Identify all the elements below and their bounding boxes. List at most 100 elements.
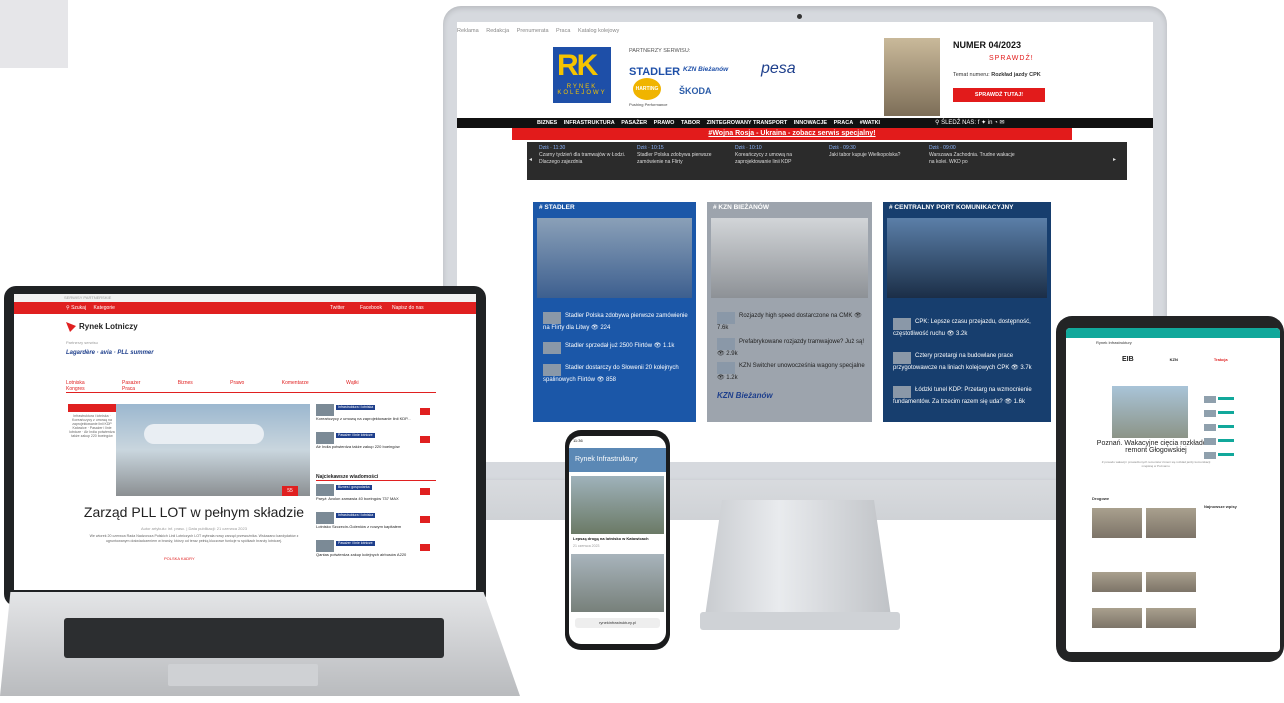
partner-stadler-logo[interactable]: STADLER bbox=[629, 66, 680, 78]
ticker-next-icon[interactable]: ▸ bbox=[1113, 156, 1116, 163]
card-item[interactable]: Cztery przetargi na budowlane prace przy… bbox=[893, 352, 1045, 372]
side-list-item[interactable] bbox=[1204, 432, 1254, 445]
article-tile[interactable] bbox=[1146, 572, 1196, 592]
top-link[interactable]: Praca bbox=[556, 28, 570, 34]
article-title[interactable]: Lepszą drogą na lotnisko w Katowicach bbox=[573, 536, 663, 541]
menu-item[interactable]: PRACA bbox=[834, 120, 854, 126]
article-headline[interactable]: Zarząd PLL LOT w pełnym składzie bbox=[74, 504, 314, 520]
twitter-icon[interactable]: ✦ bbox=[981, 120, 986, 126]
list-item[interactable]: Biznes i gospodarka Paryż: Avolon zamawia… bbox=[316, 484, 399, 501]
list-item[interactable]: Pasażer i linie lotnicze Air India potwie… bbox=[316, 432, 400, 449]
ticker-prev-icon[interactable]: ◂ bbox=[529, 156, 532, 163]
article-tile[interactable] bbox=[1092, 572, 1142, 592]
menu-item[interactable]: Biznes bbox=[178, 380, 193, 386]
top-link[interactable]: Prenumerata bbox=[517, 28, 549, 34]
list-item[interactable]: Pasażer i linie lotnicze Qantas potwierdz… bbox=[316, 540, 406, 557]
card-item[interactable]: CPK: Lepsze czasu przejazdu, dostępność,… bbox=[893, 318, 1045, 338]
ticker-item[interactable]: Dziś · 10:10 Koreańczycy z umową na zapro… bbox=[735, 145, 827, 166]
card-item[interactable]: Stadler Polska zdobywa pierwsze zamówien… bbox=[543, 312, 688, 332]
article-tile[interactable] bbox=[1092, 508, 1142, 538]
partner-sites-bar[interactable]: SERWISY PARTNERSKIE bbox=[14, 294, 476, 302]
mail-icon[interactable]: ✉ bbox=[999, 120, 1004, 126]
rss-icon[interactable]: ◔ bbox=[994, 120, 998, 126]
site-logo[interactable]: Rynek Infrastruktury bbox=[1096, 340, 1132, 345]
article-image-2[interactable] bbox=[571, 554, 664, 612]
top-link[interactable]: Reklama bbox=[457, 28, 479, 34]
card-image[interactable] bbox=[887, 218, 1047, 298]
categories-dropdown[interactable]: Kategorie bbox=[93, 305, 114, 311]
partner-logo[interactable]: Trakcja bbox=[1214, 357, 1228, 362]
card-image[interactable] bbox=[537, 218, 692, 298]
menu-item[interactable]: PRAWO bbox=[654, 120, 675, 126]
card-title[interactable]: # STADLER bbox=[533, 202, 575, 214]
search-icon[interactable]: ⚲ bbox=[66, 305, 70, 311]
side-list-item[interactable] bbox=[1204, 418, 1254, 431]
facebook-icon[interactable]: f bbox=[978, 120, 980, 126]
contact-link[interactable]: Napisz do nas bbox=[392, 302, 424, 314]
check-issue-button[interactable]: SPRAWDŹ TUTAJ! bbox=[953, 88, 1045, 102]
side-list-item[interactable] bbox=[1204, 390, 1254, 403]
linkedin-icon[interactable]: in bbox=[988, 120, 993, 126]
article-tile[interactable] bbox=[1146, 508, 1196, 538]
side-list-item[interactable] bbox=[1204, 404, 1254, 417]
ticker-item[interactable]: Dziś · 10:15 Stadler Polska zdobywa pierw… bbox=[637, 145, 729, 166]
menu-item[interactable]: ZINTEGROWANY TRANSPORT bbox=[707, 120, 788, 126]
card-item[interactable]: Łódzki tunel KDP: Przetarg na wzmocnieni… bbox=[893, 386, 1045, 406]
menu-item[interactable]: Prawo bbox=[230, 380, 244, 386]
article-tile[interactable] bbox=[1092, 608, 1142, 628]
card-item[interactable]: KZN Switcher unowocześnia wagony specjal… bbox=[717, 362, 867, 382]
article-tile[interactable] bbox=[1146, 608, 1196, 628]
menu-item[interactable]: Praca bbox=[122, 386, 135, 392]
top-link[interactable]: Redakcja bbox=[486, 28, 509, 34]
menu-item[interactable]: TABOR bbox=[681, 120, 700, 126]
special-service-banner[interactable]: #Wojna Rosja - Ukraina - zobacz serwis s… bbox=[512, 128, 1072, 140]
search-link[interactable]: Szukaj bbox=[71, 305, 86, 311]
menu-item[interactable]: INFRASTRUKTURA bbox=[564, 120, 615, 126]
ticker-item[interactable]: Dziś · 09:00 Warszawa Zachodnia. Trudne w… bbox=[929, 145, 1021, 166]
ticker-item[interactable]: Dziś · 09:30 Jaki tabor kupuje Wielkopols… bbox=[829, 145, 921, 159]
hero-image[interactable] bbox=[1112, 386, 1188, 438]
search-icon[interactable]: ⚲ bbox=[935, 120, 939, 126]
kzn-brand-logo[interactable]: KZN Bieżanów bbox=[717, 392, 773, 400]
tag[interactable]: KADRY bbox=[181, 556, 195, 561]
article-headline[interactable]: Poznań. Wakacyjne cięcia rozkładów i rem… bbox=[1096, 440, 1216, 454]
side-list-item[interactable] bbox=[1204, 446, 1254, 459]
card-item[interactable]: Prefabrykowane rozjazdy tramwajowe? Już … bbox=[717, 338, 867, 358]
card-item[interactable]: Stadler dostarczy do Słowenii 20 kolejny… bbox=[543, 364, 688, 384]
tag[interactable]: POLSKA bbox=[164, 556, 180, 561]
menu-item[interactable]: Komentarze bbox=[282, 380, 309, 386]
card-title[interactable]: # CENTRALNY PORT KOMUNIKACYJNY bbox=[883, 202, 1013, 214]
menu-item[interactable]: INNOWACJE bbox=[794, 120, 827, 126]
partner-skoda-logo[interactable]: ŠKODA bbox=[679, 86, 712, 96]
side-list[interactable]: Infrastruktura i lotniska · Koreańczycy … bbox=[68, 404, 116, 496]
partner-pesa-logo[interactable]: pesa bbox=[761, 60, 796, 78]
list-item[interactable]: Infrastruktura i lotniska Lotnisko Szczec… bbox=[316, 512, 401, 529]
rynek-lotniczy-logo[interactable]: Rynek Lotniczy bbox=[66, 322, 138, 332]
partner-logo[interactable]: KZN bbox=[1170, 357, 1178, 362]
card-item[interactable]: Stadler sprzedał już 2500 Flirtów 👁 1.1k bbox=[543, 342, 688, 354]
site-header[interactable]: Rynek Infrastruktury bbox=[569, 448, 666, 472]
ticker-item[interactable]: Dziś · 11:30 Czarny tydzień dla tramwajów… bbox=[539, 145, 631, 166]
partner-logo[interactable]: EIB bbox=[1122, 356, 1134, 363]
tablet-page: Rynek Infrastruktury EIB KZN Trakcja Poz… bbox=[1066, 328, 1280, 652]
partner-logos[interactable]: Lagardère · avia · PLL summer bbox=[66, 350, 154, 356]
list-item[interactable]: Infrastruktura i lotniska Koreańczycy z u… bbox=[316, 404, 411, 421]
article-lead: Z powodu wakacji i prowadzonych remontów… bbox=[1101, 460, 1211, 468]
menu-item[interactable]: PASAŻER bbox=[621, 120, 647, 126]
issue-cover-image[interactable] bbox=[884, 38, 940, 116]
hero-image[interactable] bbox=[114, 404, 310, 496]
menu-item[interactable]: Wątki bbox=[346, 380, 359, 386]
menu-item[interactable]: #WATKI bbox=[860, 120, 880, 126]
menu-item[interactable]: Kongres bbox=[66, 386, 85, 392]
card-item[interactable]: Rozjazdy high speed dostarczone na CMK 👁… bbox=[717, 312, 867, 332]
menu-item[interactable]: BIZNES bbox=[537, 120, 557, 126]
top-link[interactable]: Katalog kolejowy bbox=[578, 28, 619, 34]
card-title[interactable]: # KZN BIEŻANÓW bbox=[707, 202, 769, 214]
partner-kzn-logo[interactable]: KZN Bieżanów bbox=[683, 66, 728, 73]
article-image[interactable] bbox=[571, 476, 664, 534]
partner-harting-logo[interactable]: HARTING bbox=[633, 78, 661, 100]
card-image[interactable] bbox=[711, 218, 868, 298]
twitter-link[interactable]: Twitter bbox=[330, 302, 345, 314]
facebook-link[interactable]: Facebook bbox=[360, 302, 382, 314]
address-bar[interactable]: rynekinfrastruktury.pl bbox=[575, 618, 660, 628]
